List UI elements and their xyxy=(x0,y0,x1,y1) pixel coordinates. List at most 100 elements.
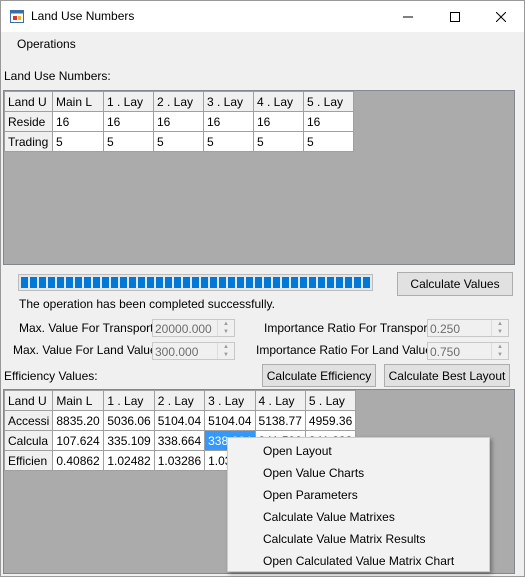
progress-bar xyxy=(18,274,373,291)
table-cell[interactable]: 16 xyxy=(103,111,154,132)
menu-calculate-value-matrix-results[interactable]: Calculate Value Matrix Results xyxy=(263,532,426,546)
column-header[interactable]: Main L xyxy=(52,91,104,112)
progress-segment xyxy=(147,277,154,288)
table-cell[interactable]: 1.02482 xyxy=(103,450,155,471)
calculate-best-layout-button[interactable]: Calculate Best Layout xyxy=(384,364,510,387)
column-header[interactable]: Land U xyxy=(3,390,54,411)
max-land-value: 300.000 xyxy=(155,345,199,359)
chevron-up-icon[interactable]: ▲ xyxy=(218,320,234,328)
row-header[interactable]: Accessi xyxy=(3,410,54,431)
column-header[interactable]: 4 . Lay xyxy=(253,91,304,112)
menu-open-value-charts[interactable]: Open Value Charts xyxy=(263,466,364,480)
calculate-efficiency-button[interactable]: Calculate Efficiency xyxy=(262,364,376,387)
table-cell[interactable]: 16 xyxy=(153,111,204,132)
max-land-stepper[interactable]: 300.000 ▲ ▼ xyxy=(152,342,235,360)
menu-operations[interactable]: Operations xyxy=(17,37,76,51)
imp-transport-value: 0.250 xyxy=(430,322,461,336)
table-cell[interactable]: 5 xyxy=(203,131,254,152)
column-header[interactable]: Land U xyxy=(4,91,53,112)
table-cell[interactable]: 5138.77 xyxy=(254,410,306,431)
row-header[interactable]: Efficien xyxy=(3,450,54,471)
status-message: The operation has been completed success… xyxy=(19,297,275,311)
progress-segment xyxy=(93,277,100,288)
chevron-down-icon[interactable]: ▼ xyxy=(492,351,508,359)
table-cell[interactable]: 1.03286 xyxy=(153,450,206,471)
row-header[interactable]: Calcula xyxy=(3,430,54,451)
chevron-up-icon[interactable]: ▲ xyxy=(218,343,234,351)
table-cell[interactable]: 5104.04 xyxy=(204,410,256,431)
progress-segment xyxy=(354,277,361,288)
title-bar[interactable]: Land Use Numbers xyxy=(1,1,524,32)
column-header[interactable]: 1 . Lay xyxy=(103,91,154,112)
maximize-icon xyxy=(450,11,460,22)
progress-segment xyxy=(84,277,91,288)
table-cell[interactable]: 16 xyxy=(203,111,254,132)
table-cell[interactable]: 5 xyxy=(153,131,204,152)
menu-calculate-value-matrixes[interactable]: Calculate Value Matrixes xyxy=(263,510,395,524)
table-cell[interactable]: 5104.04 xyxy=(153,410,206,431)
minimize-button[interactable] xyxy=(385,1,431,32)
stepper-arrows[interactable]: ▲ ▼ xyxy=(491,343,508,359)
column-header[interactable]: 3 . Lay xyxy=(204,390,256,411)
maximize-button[interactable] xyxy=(432,1,478,32)
row-header[interactable]: Reside xyxy=(4,111,53,132)
land-use-grid[interactable]: Land U Main L 1 . Lay 2 . Lay 3 . Lay 4 … xyxy=(3,90,515,265)
table-cell[interactable]: 4959.36 xyxy=(304,410,357,431)
imp-transport-stepper[interactable]: 0.250 ▲ ▼ xyxy=(427,319,509,337)
table-cell[interactable]: 16 xyxy=(253,111,304,132)
column-header[interactable]: 1 . Lay xyxy=(103,390,155,411)
row-header[interactable]: Trading xyxy=(4,131,53,152)
progress-segment xyxy=(174,277,181,288)
table-cell[interactable]: 16 xyxy=(52,111,104,132)
progress-segment xyxy=(201,277,208,288)
table-cell[interactable]: 5036.06 xyxy=(103,410,155,431)
app-icon xyxy=(10,10,24,23)
progress-segment xyxy=(39,277,46,288)
calculate-values-button[interactable]: Calculate Values xyxy=(397,272,513,296)
table-cell[interactable]: 5 xyxy=(52,131,104,152)
column-header[interactable]: 4 . Lay xyxy=(254,390,306,411)
table-cell[interactable]: 5 xyxy=(253,131,304,152)
progress-segment xyxy=(165,277,172,288)
chevron-up-icon[interactable]: ▲ xyxy=(492,343,508,351)
table-cell[interactable]: 16 xyxy=(303,111,354,132)
stepper-arrows[interactable]: ▲ ▼ xyxy=(217,343,234,359)
imp-land-stepper[interactable]: 0.750 ▲ ▼ xyxy=(427,342,509,360)
column-header[interactable]: Main L xyxy=(52,390,105,411)
progress-segment xyxy=(264,277,271,288)
column-header[interactable]: 5 . Lay xyxy=(303,91,354,112)
table-row: Reside 16 16 16 16 16 16 xyxy=(4,111,354,132)
table-cell[interactable]: 335.109 xyxy=(103,430,155,451)
progress-segment xyxy=(273,277,280,288)
close-icon xyxy=(496,11,506,22)
column-header[interactable]: 3 . Lay xyxy=(203,91,254,112)
table-cell[interactable]: 107.624 xyxy=(52,430,105,451)
chevron-down-icon[interactable]: ▼ xyxy=(218,328,234,336)
chevron-down-icon[interactable]: ▼ xyxy=(218,351,234,359)
main-window: Land Use Numbers Operations Land Use Num… xyxy=(0,0,525,577)
progress-segment xyxy=(255,277,262,288)
menu-open-calculated-value-matrix-chart[interactable]: Open Calculated Value Matrix Chart xyxy=(263,554,454,568)
progress-segment xyxy=(219,277,226,288)
progress-segment xyxy=(156,277,163,288)
menu-open-layout[interactable]: Open Layout xyxy=(263,444,332,458)
chevron-down-icon[interactable]: ▼ xyxy=(492,328,508,336)
stepper-arrows[interactable]: ▲ ▼ xyxy=(491,320,508,336)
table-row: Trading 5 5 5 5 5 5 xyxy=(4,131,354,152)
table-cell[interactable]: 5 xyxy=(303,131,354,152)
menu-open-parameters[interactable]: Open Parameters xyxy=(263,488,358,502)
max-transport-value: 20000.000 xyxy=(155,322,212,336)
progress-segment xyxy=(30,277,37,288)
stepper-arrows[interactable]: ▲ ▼ xyxy=(217,320,234,336)
column-header[interactable]: 5 . Lay xyxy=(304,390,357,411)
close-button[interactable] xyxy=(478,1,524,32)
chevron-up-icon[interactable]: ▲ xyxy=(492,320,508,328)
table-cell[interactable]: 5 xyxy=(103,131,154,152)
table-cell[interactable]: 338.664 xyxy=(153,430,206,451)
progress-segment xyxy=(300,277,307,288)
column-header[interactable]: 2 . Lay xyxy=(153,91,204,112)
table-cell[interactable]: 8835.20 xyxy=(52,410,105,431)
table-cell[interactable]: 0.40862 xyxy=(52,450,105,471)
column-header[interactable]: 2 . Lay xyxy=(153,390,206,411)
max-transport-stepper[interactable]: 20000.000 ▲ ▼ xyxy=(152,319,235,337)
